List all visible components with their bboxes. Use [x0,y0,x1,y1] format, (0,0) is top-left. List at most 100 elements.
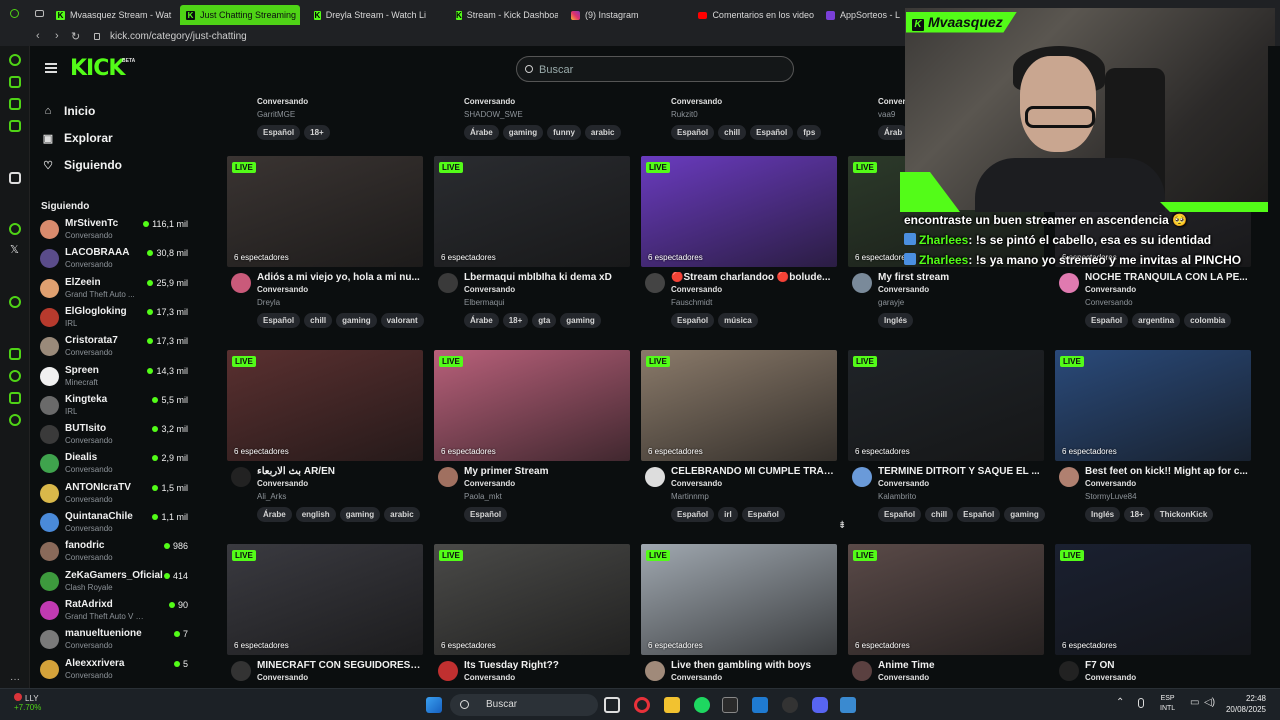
tag-chip[interactable]: irl [718,507,738,522]
tag-chip[interactable]: fps [797,125,822,140]
tag-chip[interactable]: gaming [1004,507,1045,522]
url-field[interactable]: kick.com/category/just-chatting [110,31,247,42]
following-item[interactable]: ANTONIcraTV Conversando 1,5 mil [40,482,190,508]
tag-chip[interactable]: valorant [380,313,424,328]
channel-avatar[interactable] [1059,467,1079,487]
stream-title[interactable]: Lbermaqui mbIbIha ki dema xD [464,272,630,283]
browser-tab[interactable]: K Just Chatting Streaming [180,5,300,25]
tag-chip[interactable]: música [718,313,758,328]
rail-heart-icon[interactable] [9,348,21,360]
tag-chip[interactable]: Árabe [464,125,499,140]
stream-card[interactable]: LIVE 6 espectadores Live then gambling wit… [641,544,837,688]
stream-username[interactable]: Kalambrito [878,492,916,501]
tag-chip[interactable]: chill [718,125,747,140]
stream-card[interactable]: LIVE 6 espectadores Adiós a mi viejo yo, h… [227,156,424,336]
back-icon[interactable]: ‹ [36,30,40,42]
vscode-icon[interactable] [752,697,768,713]
following-item[interactable]: Diealis Conversando 2,9 mil [40,452,190,478]
channel-avatar[interactable] [645,661,665,681]
reload-icon[interactable]: ↻ [71,30,80,43]
stream-thumbnail[interactable]: LIVE 6 espectadores [434,156,630,267]
rail-box-icon[interactable] [9,392,21,404]
stream-card[interactable]: LIVE 6 espectadores Anime Time Conversando [848,544,1044,688]
stream-category[interactable]: Conversando [464,673,515,682]
following-item[interactable]: Spreen Minecraft 14,3 mil [40,365,190,391]
stream-thumbnail[interactable]: LIVE 6 espectadores [1055,350,1251,461]
microphone-icon[interactable] [1138,698,1144,708]
nav-explorar[interactable]: ▣ Explorar [42,131,113,145]
tag-chip[interactable]: Inglés [1085,507,1121,522]
right-scroll-rail[interactable] [1268,46,1280,688]
rail-m-icon[interactable] [9,120,21,132]
network-icon[interactable]: ▭ [1190,697,1199,708]
channel-avatar[interactable] [231,661,251,681]
browser-tab[interactable]: AppSorteos - L [820,5,900,25]
stream-card[interactable]: LIVE 6 espectadores بث الاربعاء AR/EN Conve… [227,350,423,530]
stock-widget[interactable]: LLY +7.70% [14,693,41,712]
stream-title[interactable]: Adiós a mi viejo yo, hola a mi nu... [257,272,423,283]
following-item[interactable]: Cristorata7 Conversando 17,3 mil [40,335,190,361]
channel-avatar[interactable] [1059,661,1079,681]
tag-chip[interactable]: Español [741,507,785,522]
notepad-icon[interactable] [840,697,856,713]
stream-username[interactable]: Martinnmp [671,492,709,501]
file-explorer-icon[interactable] [664,697,680,713]
task-view-icon[interactable] [604,697,620,713]
rail-clock-icon[interactable] [9,370,21,382]
stream-title[interactable]: 🔴Stream charlandoo 🔴bolude... [671,272,837,283]
stream-category[interactable]: Conversando [464,479,515,488]
tag-chip[interactable]: Árabe [464,313,499,328]
tag-chip[interactable]: chill [925,507,954,522]
stream-title[interactable]: بث الاربعاء AR/EN [257,466,423,477]
tab-list-icon[interactable] [35,10,44,17]
tag-chip[interactable]: 18+ [502,313,529,328]
stream-category[interactable]: Conversando [464,285,515,294]
tag-chip[interactable]: chill [304,313,333,328]
tag-chip[interactable]: Español [671,507,715,522]
stream-title[interactable]: Its Tuesday Right?? [464,660,630,671]
following-item[interactable]: LACOBRAAA Conversando 30,8 mil [40,247,190,273]
rail-bookmark-icon[interactable] [9,76,21,88]
rail-play-icon[interactable] [9,296,21,308]
stream-thumbnail[interactable]: LIVE 6 espectadores [227,156,423,267]
following-item[interactable]: Kingteka IRL 5,5 mil [40,394,190,420]
stream-card[interactable]: LIVE 6 espectadores My primer Stream Conver… [434,350,630,530]
stream-title[interactable]: My primer Stream [464,466,630,477]
channel-avatar[interactable] [852,273,872,293]
stream-title[interactable]: F7 ON [1085,660,1251,671]
tag-chip[interactable]: Español [878,507,922,522]
stream-thumbnail[interactable]: LIVE 6 espectadores [434,544,630,655]
tag-chip[interactable]: 18+ [1124,507,1150,522]
stream-card[interactable]: LIVE 6 espectadores 🔴Stream charlandoo 🔴bo… [641,156,837,336]
browser-tab[interactable]: K Dreyla Stream - Watch Li [308,5,426,25]
obs-icon[interactable] [782,697,798,713]
tag-chip[interactable]: Español [671,125,715,140]
stream-username[interactable]: SHADOW_SWE [464,110,523,119]
stream-card-partial[interactable]: Conversando SHADOW_SWE Árabe gaming funny ara… [434,92,630,140]
stream-category[interactable]: Conversando [671,673,722,682]
rail-settings-icon[interactable] [9,414,21,426]
clock[interactable]: 22:48 20/08/2025 [1226,693,1266,715]
channel-avatar[interactable] [645,467,665,487]
tag-chip[interactable]: gaming [336,313,377,328]
channel-avatar[interactable] [438,273,458,293]
stream-username[interactable]: GarritMGE [257,110,295,119]
tag-chip[interactable]: arabic [384,507,420,522]
stream-category[interactable]: Conversando [1085,479,1136,488]
tag-chip[interactable]: Español [464,507,508,522]
nav-inicio[interactable]: ⌂ Inicio [42,104,96,118]
stream-category[interactable]: Conversando [464,97,515,106]
rail-whatsapp-icon[interactable] [9,223,21,235]
volume-icon[interactable]: ◁) [1204,697,1215,708]
browser-tab[interactable]: (9) Instagram [565,5,683,25]
nav-siguiendo[interactable]: ♡ Siguiendo [42,158,122,172]
tag-chip[interactable]: Español [750,125,794,140]
browser-tab[interactable]: K Mvaasquez Stream - Wat [50,5,172,25]
language-indicator[interactable]: ESP INTL [1160,694,1175,714]
stream-title[interactable]: Anime Time [878,660,1044,671]
rail-refresh-icon[interactable] [9,54,21,66]
hamburger-menu-icon[interactable] [45,63,57,73]
tag-chip[interactable]: gta [532,313,557,328]
stream-username[interactable]: Rukzit0 [671,110,698,119]
tag-chip[interactable]: 18+ [304,125,330,140]
